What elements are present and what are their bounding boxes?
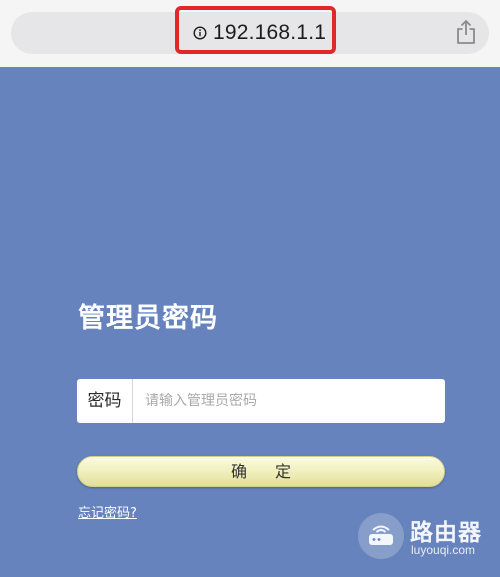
info-icon [193, 26, 207, 40]
url-text: 192.168.1.1 [213, 21, 327, 44]
watermark-title: 路由器 [410, 520, 482, 546]
password-label: 密码 [77, 379, 133, 423]
password-input[interactable] [133, 381, 445, 421]
router-icon [358, 513, 404, 559]
browser-toolbar: 192.168.1.1 [0, 0, 500, 67]
share-icon[interactable] [455, 19, 477, 45]
confirm-button[interactable]: 确定 [77, 456, 445, 487]
forgot-password-link[interactable]: 忘记密码? [78, 502, 137, 521]
password-field: 密码 [77, 379, 445, 423]
page-title: 管理员密码 [78, 303, 218, 334]
url-display[interactable]: 192.168.1.1 [193, 18, 326, 48]
watermark-subtitle: luyouqi.com [411, 543, 476, 557]
watermark: 路由器 luyouqi.com [358, 513, 498, 563]
